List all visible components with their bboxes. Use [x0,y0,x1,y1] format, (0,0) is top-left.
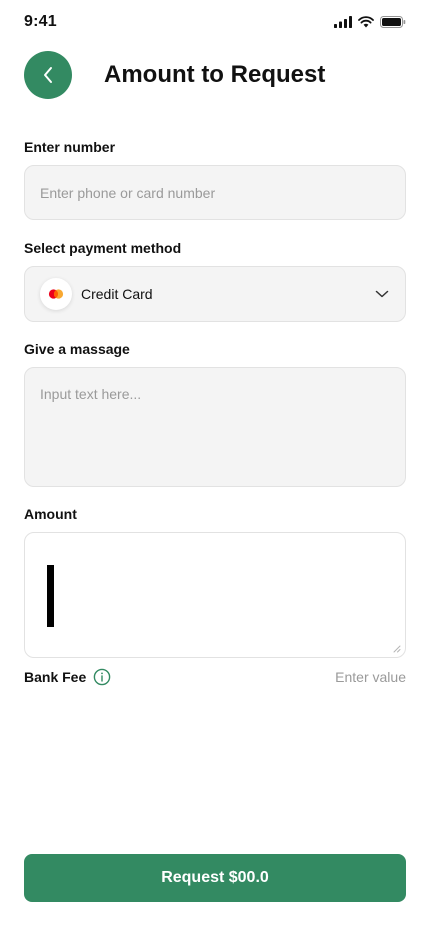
amount-request-screen: 9:41 Amount to Request Enter number Ente… [0,0,430,932]
header: Amount to Request [24,51,406,99]
payment-selected-value: Credit Card [81,286,153,302]
message-label: Give a massage [24,341,130,357]
number-input[interactable] [25,166,405,219]
wifi-icon [358,16,374,28]
text-caret [47,565,54,627]
status-bar: 9:41 [0,0,430,44]
back-button[interactable] [24,51,72,99]
number-label: Enter number [24,139,116,155]
request-button[interactable]: Request $00.0 [24,854,406,902]
battery-icon [380,16,406,28]
status-time: 9:41 [24,13,57,30]
signal-icon [334,16,352,28]
bank-fee-label: Bank Fee [24,669,87,685]
payment-method-select[interactable]: Credit Card [24,266,406,322]
payment-label: Select payment method [24,240,182,256]
chevron-down-icon [375,290,389,298]
bank-fee-value[interactable]: Enter value [335,669,406,685]
number-field [24,165,406,220]
message-textarea[interactable] [25,368,405,486]
resize-grip-icon[interactable] [393,645,401,653]
amount-label: Amount [24,506,77,522]
message-field [24,367,406,487]
chevron-left-icon [44,67,52,83]
bank-fee-row: Bank Fee Enter value [24,666,406,688]
amount-input[interactable] [24,532,406,658]
status-icons [334,16,406,28]
info-icon[interactable] [93,668,111,686]
page-title: Amount to Request [104,61,326,88]
mastercard-icon [40,278,72,310]
